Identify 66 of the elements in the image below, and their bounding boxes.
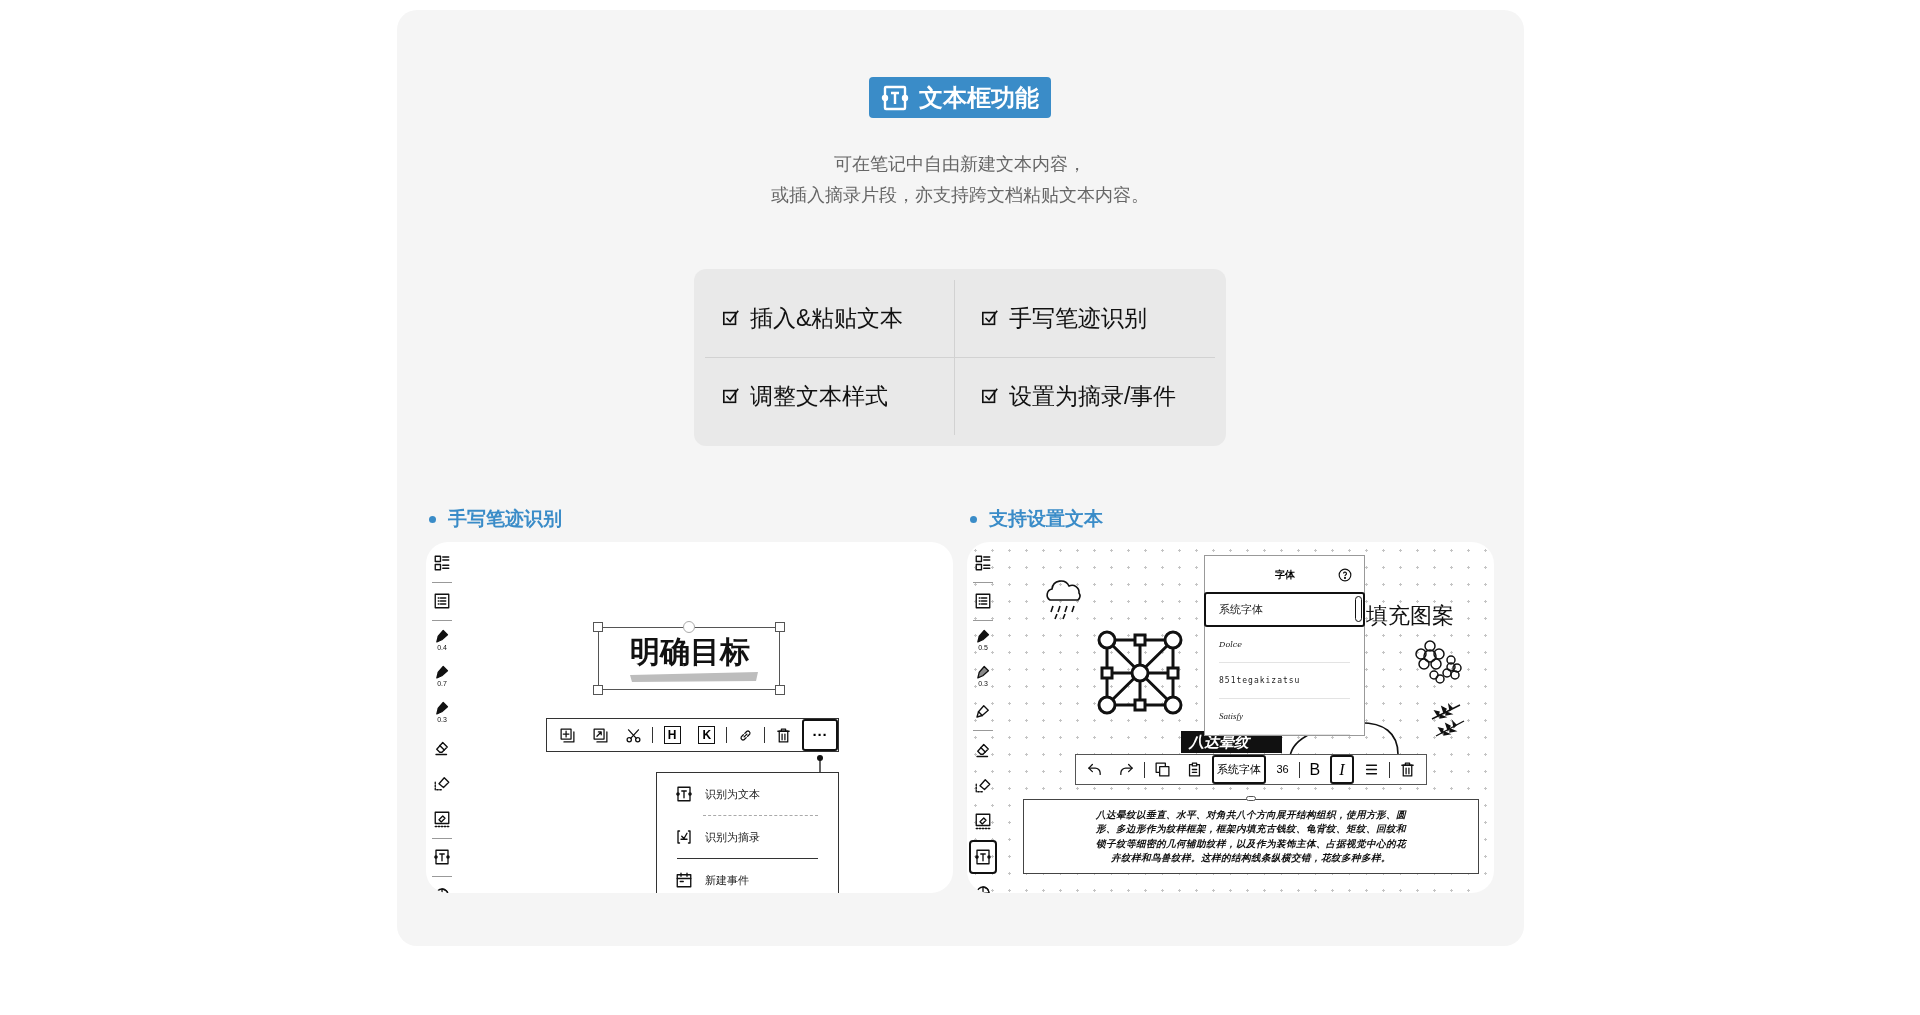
flower-drawing — [1414, 640, 1463, 685]
resize-handle[interactable] — [775, 622, 785, 632]
badge-title: 文本框功能 — [919, 82, 1039, 113]
font-option[interactable]: 851tegakizatsu — [1219, 663, 1350, 699]
feature-label: 设置为摘录/事件 — [1009, 382, 1177, 411]
calendar-icon — [675, 871, 693, 889]
clear-icon — [974, 812, 992, 830]
list-icon — [974, 592, 992, 610]
handwritten-text: 填充图案 — [1366, 602, 1454, 630]
help-icon[interactable] — [1338, 568, 1352, 582]
add-copy-icon — [559, 726, 576, 744]
section-heading: 支持设置文本 — [989, 506, 1103, 531]
resize-handle[interactable] — [593, 685, 603, 695]
layout-icon — [433, 554, 451, 572]
description-text: 可在笔记中自由新建文本内容， — [834, 153, 1086, 176]
text-box-icon — [675, 785, 693, 803]
scissors-icon — [624, 726, 642, 744]
trash-icon — [775, 726, 792, 744]
excerpt-icon — [675, 828, 693, 846]
more-button[interactable]: ··· — [801, 719, 838, 751]
undo-icon — [1086, 761, 1103, 778]
selection-eraser-icon — [974, 776, 992, 794]
list-icon — [433, 592, 451, 610]
highlighter-icon — [974, 702, 992, 720]
redo-icon — [1118, 761, 1136, 778]
font-button[interactable]: 系统字体 — [1212, 755, 1267, 784]
trash-icon — [1399, 761, 1416, 778]
font-option[interactable]: 系统字体 — [1204, 592, 1365, 627]
menu-item[interactable]: 新建事件 — [657, 859, 838, 893]
resize-handle[interactable] — [1246, 796, 1256, 801]
text-box-icon — [433, 848, 451, 866]
text-box-icon — [881, 83, 909, 112]
panel-title: 字体 — [1274, 567, 1295, 582]
feature-label: 手写笔迹识别 — [1009, 304, 1147, 333]
italic-button[interactable]: I — [1329, 755, 1354, 784]
paragraph-text: 八达晕纹以垂直、水平、对角共八个方向展开结构组织，使用方形、圆形、多边形作为纹样框架，框架内填充古钱纹、龟背纹、矩纹、回纹和锁子纹等细密的几何辅助纹样，以及作为装饰主体、占据视觉中心的花卉纹样和鸟兽纹样。这样的结构线条纵横交错，花纹多种多样。 — [1095, 807, 1408, 865]
bullet-icon — [429, 515, 436, 523]
export-icon — [591, 726, 609, 744]
leaves-drawing — [1430, 703, 1466, 738]
rotate-handle[interactable] — [683, 621, 695, 633]
menu-item[interactable]: 识别为文本 — [657, 773, 838, 815]
connector-line — [816, 754, 824, 773]
rain-cloud-drawing — [1044, 578, 1084, 621]
tool-button[interactable] — [969, 840, 997, 874]
description-text: 或插入摘录片段，亦支持跨文档粘贴文本内容。 — [771, 184, 1149, 207]
handwritten-text: 明确目标 — [630, 636, 750, 667]
feature-label: 插入&粘贴文本 — [750, 304, 904, 333]
scroll-thumb[interactable] — [1355, 596, 1362, 622]
clear-icon — [433, 810, 451, 828]
bullet-icon — [970, 515, 977, 523]
text-box-icon — [974, 848, 992, 866]
menu-item[interactable]: 识别为摘录 — [657, 816, 838, 858]
copy-icon — [1154, 761, 1172, 778]
format-button[interactable]: K — [691, 719, 723, 751]
bold-button[interactable]: B — [1302, 755, 1327, 784]
layout-icon — [974, 554, 992, 572]
format-button[interactable]: H — [656, 719, 688, 751]
font-option[interactable]: Dolce — [1219, 627, 1350, 663]
resize-handle[interactable] — [775, 685, 785, 695]
feature-label: 调整文本样式 — [750, 382, 888, 411]
section-heading: 手写笔迹识别 — [448, 506, 562, 531]
text-box[interactable]: 八达晕纹以垂直、水平、对角共八个方向展开结构组织，使用方形、圆形、多边形作为纹样框架，框架内填充古钱纹、龟背纹、矩纹、回纹和锁子纹等细密的几何辅助纹样，以及作为装饰主体、占据视觉中心的花卉纹样和鸟兽纹样。这样的结构线条纵横交错，花纹多种多样。 — [1023, 799, 1479, 874]
resize-handle[interactable] — [593, 622, 603, 632]
font-option[interactable]: Satisfy — [1219, 699, 1350, 735]
selection-eraser-icon — [433, 774, 451, 792]
font-size-button[interactable]: 36 — [1269, 755, 1296, 784]
